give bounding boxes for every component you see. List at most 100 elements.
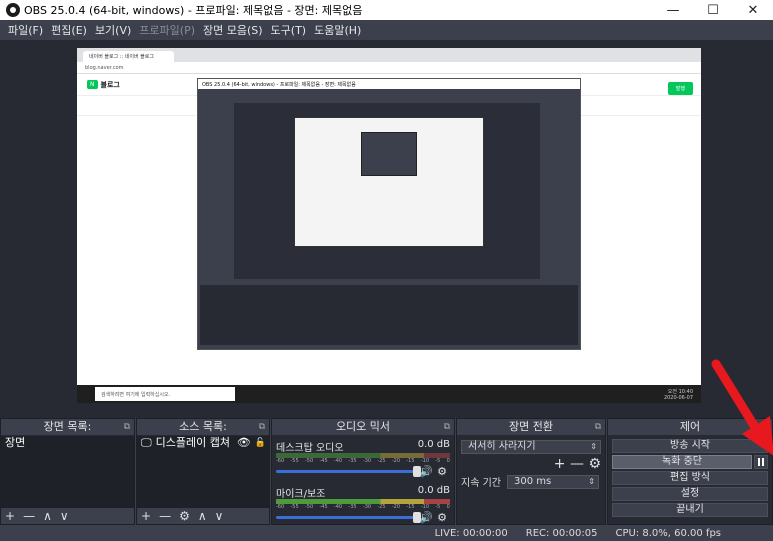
close-button[interactable]: ✕ [733, 0, 773, 20]
undock-icon[interactable]: ⧉ [124, 419, 130, 435]
obs-logo-icon [6, 3, 20, 17]
taskbar-date: 2020-06-07 [663, 394, 693, 401]
transition-controls: + — ⚙ [461, 456, 601, 472]
gear-icon[interactable]: ⚙ [434, 465, 450, 478]
chevron-updown-icon[interactable]: ⇕ [588, 476, 595, 488]
move-scene-down-button[interactable]: ∨ [60, 509, 69, 523]
remove-scene-button[interactable]: — [23, 509, 35, 523]
settings-button[interactable]: 설정 [612, 487, 768, 501]
source-item[interactable]: 🖵 디스플레이 캡쳐 👁 🔓 [137, 436, 269, 450]
slider-handle[interactable] [413, 465, 421, 477]
transition-selected: 서서히 사라지기 [468, 441, 536, 452]
browser-tab: 네이버 블로그 :: 네이버 블로그 [83, 51, 174, 62]
pause-recording-icon[interactable] [754, 455, 768, 469]
naver-logo-icon: N [87, 80, 98, 89]
source-properties-gear-icon[interactable]: ⚙ [179, 509, 190, 523]
exit-button[interactable]: 끝내기 [612, 503, 768, 517]
undock-icon[interactable]: ⧉ [762, 419, 768, 435]
monitor-icon: 🖵 [141, 436, 152, 449]
scene-list[interactable]: 장면 [1, 436, 134, 508]
menu-file[interactable]: 파일(F) [4, 22, 47, 38]
volume-meter [276, 453, 450, 458]
menu-profile[interactable]: 프로파일(P) [135, 22, 199, 38]
move-scene-up-button[interactable]: ∧ [43, 509, 52, 523]
duration-value: 300 ms [513, 475, 552, 487]
sources-footer: + — ⚙ ∧ ∨ [137, 508, 269, 524]
volume-slider[interactable] [276, 465, 421, 477]
scenes-footer: + — ∧ ∨ [1, 508, 134, 524]
channel-name: 마이크/보조 [276, 489, 326, 500]
start-streaming-button[interactable]: 방송 시작 [612, 439, 768, 453]
move-source-down-button[interactable]: ∨ [215, 509, 224, 523]
preview-canvas[interactable]: 네이버 블로그 :: 네이버 블로그 blog.naver.com N 블로그 … [77, 48, 701, 403]
undock-icon[interactable]: ⧉ [595, 419, 601, 435]
transitions-title: 장면 전환 [509, 420, 553, 433]
duration-spinbox[interactable]: 300 ms ⇕ [506, 474, 599, 489]
slider-handle[interactable] [413, 511, 421, 523]
chevron-updown-icon: ⇕ [590, 442, 597, 451]
nested-obs-menu [198, 89, 580, 97]
window-titlebar: OBS 25.0.4 (64-bit, windows) - 프로파일: 제목없… [0, 0, 773, 20]
volume-slider[interactable] [276, 511, 421, 523]
status-bar: LIVE: 00:00:00 REC: 00:00:05 CPU: 8.0%, … [0, 525, 773, 541]
eye-icon[interactable]: 👁 [237, 436, 251, 450]
nested-obs-title: OBS 25.0.4 (64-bit, windows) - 프로파일: 제목없… [198, 79, 580, 89]
live-status: LIVE: 00:00:00 [434, 527, 508, 539]
cpu-status: CPU: 8.0%, 60.00 fps [615, 527, 721, 539]
add-source-button[interactable]: + [141, 509, 151, 523]
gear-icon[interactable]: ⚙ [588, 456, 601, 472]
transition-select[interactable]: 서서히 사라지기 ⇕ [461, 440, 601, 454]
remove-transition-button[interactable]: — [570, 456, 584, 472]
channel-db: 0.0 dB [417, 485, 450, 496]
nested-browser [294, 117, 484, 247]
stop-recording-button[interactable]: 녹화 중단 [612, 455, 752, 469]
menu-view[interactable]: 보기(V) [91, 22, 135, 38]
maximize-button[interactable]: ☐ [693, 0, 733, 20]
studio-mode-button[interactable]: 편집 방식 [612, 471, 768, 485]
controls-title: 제어 [679, 420, 701, 433]
scenes-dock: 장면 목록: ⧉ 장면 + — ∧ ∨ [0, 418, 135, 525]
audio-mixer-title: 오디오 믹서 [335, 420, 391, 433]
windows-taskbar: 검색하려면 여기에 입력하십시오. 오전 10:40 2020-06-07 [77, 385, 701, 403]
source-list[interactable]: 🖵 디스플레이 캡쳐 👁 🔓 [137, 436, 269, 508]
nested-docks [200, 285, 578, 345]
taskbar-search: 검색하려면 여기에 입력하십시오. [95, 387, 235, 401]
controls-dock: 제어 ⧉ 방송 시작 녹화 중단 편집 방식 설정 끝내기 [607, 418, 773, 525]
menu-scene-collection[interactable]: 장면 모음(S) [199, 22, 267, 38]
add-scene-button[interactable]: + [5, 509, 15, 523]
scenes-dock-title: 장면 목록: [43, 420, 92, 433]
menu-bar: 파일(F) 편집(E) 보기(V) 프로파일(P) 장면 모음(S) 도구(T)… [0, 20, 773, 40]
preview-area[interactable]: 네이버 블로그 :: 네이버 블로그 blog.naver.com N 블로그 … [0, 40, 773, 418]
move-source-up-button[interactable]: ∧ [198, 509, 207, 523]
mixer-channels: 데스크탑 오디오 0.0 dB -60 -55 -50 -45 -40 -35 -30 -25… [272, 436, 454, 524]
nested-obs-recursive [361, 132, 417, 176]
browser-url-bar: blog.naver.com [77, 62, 701, 74]
channel-db: 0.0 dB [417, 439, 450, 450]
duration-row: 지속 기간 300 ms ⇕ [461, 474, 601, 489]
window-title: OBS 25.0.4 (64-bit, windows) - 프로파일: 제목없… [24, 4, 363, 17]
blog-publish-button: 발행 [667, 82, 693, 95]
nested-obs-window: OBS 25.0.4 (64-bit, windows) - 프로파일: 제목없… [197, 78, 581, 350]
undock-icon[interactable]: ⧉ [259, 419, 265, 435]
audio-mixer-dock: 오디오 믹서 ⧉ 데스크탑 오디오 0.0 dB -60 -55 -50 -45 -40… [271, 418, 455, 525]
menu-edit[interactable]: 편집(E) [47, 22, 91, 38]
undock-icon[interactable]: ⧉ [444, 419, 450, 435]
taskbar-clock: 오전 10:40 2020-06-07 [664, 388, 693, 401]
mixer-channel-desktop: 데스크탑 오디오 0.0 dB -60 -55 -50 -45 -40 -35 -30 -25… [276, 439, 450, 485]
add-transition-button[interactable]: + [554, 456, 566, 472]
channel-name: 데스크탑 오디오 [276, 443, 344, 454]
dock-area: 장면 목록: ⧉ 장면 + — ∧ ∨ 소스 목록: ⧉ 🖵 디스플레이 캡쳐 … [0, 418, 773, 541]
gear-icon[interactable]: ⚙ [434, 511, 450, 524]
sources-dock-title: 소스 목록: [179, 420, 227, 433]
blog-title: 블로그 [100, 80, 120, 89]
scene-item[interactable]: 장면 [1, 436, 134, 450]
transitions-dock: 장면 전환 ⧉ 서서히 사라지기 ⇕ + — ⚙ 지속 기간 300 ms ⇕ [456, 418, 606, 525]
lock-icon[interactable]: 🔓 [255, 436, 266, 450]
rec-status: REC: 00:00:05 [525, 527, 598, 539]
minimize-button[interactable]: — [653, 0, 693, 20]
remove-source-button[interactable]: — [159, 509, 171, 523]
source-item-label: 디스플레이 캡쳐 [155, 436, 230, 449]
controls-content: 방송 시작 녹화 중단 편집 방식 설정 끝내기 [608, 436, 772, 524]
menu-help[interactable]: 도움말(H) [310, 22, 365, 38]
menu-tools[interactable]: 도구(T) [267, 22, 311, 38]
